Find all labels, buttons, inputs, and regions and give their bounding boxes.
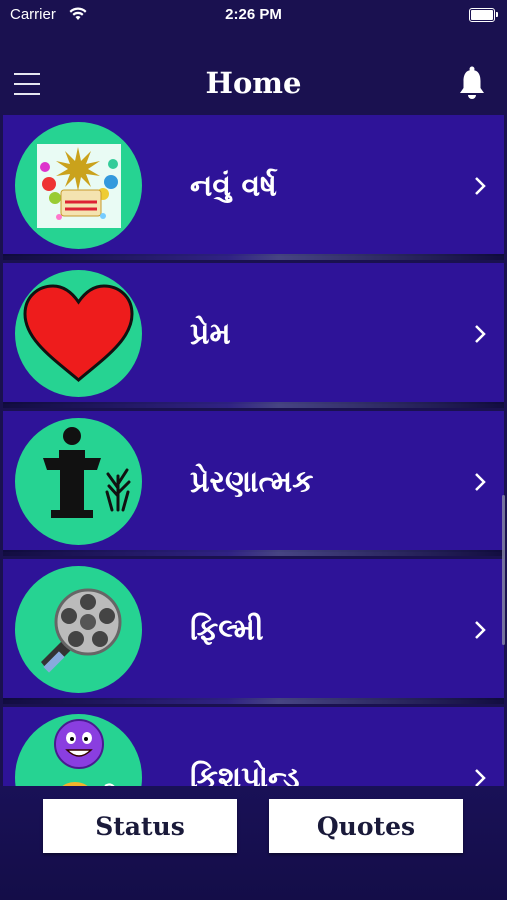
chevron-right-icon <box>475 620 486 639</box>
list-item-love[interactable]: પ્રેમ <box>3 263 504 408</box>
bottom-bar: Status Quotes <box>0 786 507 900</box>
list-item-label: પ્રેરણાત્મક <box>190 464 314 499</box>
category-list: નવું વર્ષ પ્રેમ પ્રેરણાત્મક ફિલ્મી કિશપો… <box>0 110 507 786</box>
list-item-label: નવું વર્ષ <box>190 168 277 203</box>
chevron-right-icon <box>475 768 486 786</box>
row-divider <box>3 550 504 556</box>
list-item-label: કિશપોન્ડ <box>190 760 300 786</box>
emoji-faces-icon <box>15 714 142 786</box>
bell-icon[interactable] <box>457 66 487 100</box>
page-title: Home <box>205 66 302 100</box>
chevron-right-icon <box>475 324 486 343</box>
nav-bar: Home <box>0 60 507 110</box>
list-item-film[interactable]: ફિલ્મી <box>3 559 504 704</box>
list-item-label: ફિલ્મી <box>190 612 264 647</box>
list-item-new-year[interactable]: નવું વર્ષ <box>3 115 504 260</box>
battery-icon <box>469 8 498 22</box>
heart-icon <box>15 270 142 397</box>
list-item-motivational[interactable]: પ્રેરણાત્મક <box>3 411 504 556</box>
clock: 2:26 PM <box>225 6 282 23</box>
quotes-button[interactable]: Quotes <box>269 799 463 853</box>
chevron-right-icon <box>475 472 486 491</box>
film-reel-icon <box>15 566 142 693</box>
list-item-jokes[interactable]: કિશપોન્ડ <box>3 707 504 786</box>
row-divider <box>3 698 504 704</box>
speaker-podium-icon <box>15 418 142 545</box>
list-item-label: પ્રેમ <box>190 316 231 351</box>
status-button[interactable]: Status <box>43 799 237 853</box>
scrollbar[interactable] <box>502 495 505 645</box>
chevron-right-icon <box>475 176 486 195</box>
status-bar: Carrier 2:26 PM <box>0 0 507 30</box>
row-divider <box>3 254 504 260</box>
row-divider <box>3 402 504 408</box>
new-year-icon <box>15 122 142 249</box>
